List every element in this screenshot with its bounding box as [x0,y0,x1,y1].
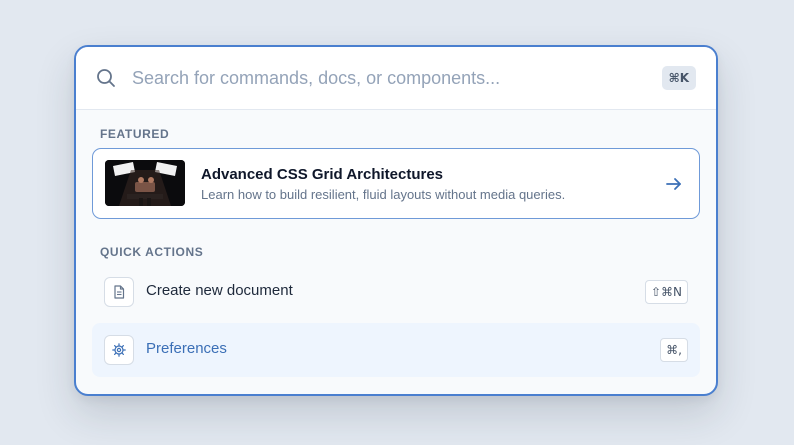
arrow-right-icon [665,175,683,193]
shortcut-badge: ⌘, [660,338,688,362]
quick-actions-section-label: QUICK ACTIONS [100,245,204,259]
search-input[interactable] [132,63,632,93]
quick-action-label: Preferences [146,340,227,357]
quick-action-label: Create new document [146,282,293,299]
document-icon [104,277,134,307]
command-palette: ⌘K FEATURED Advanced CSS Grid Architectu… [74,45,718,396]
search-bar: ⌘K [76,47,716,110]
gear-icon [104,335,134,365]
featured-description: Learn how to build resilient, fluid layo… [201,187,566,202]
featured-card[interactable]: Advanced CSS Grid Architectures Learn ho… [92,148,700,219]
featured-title: Advanced CSS Grid Architectures [201,166,444,183]
featured-section-label: FEATURED [100,127,170,141]
quick-action-preferences[interactable]: Preferences ⌘, [92,323,700,377]
search-icon [96,68,116,88]
shortcut-badge: ⇧⌘N [644,280,688,304]
featured-thumbnail [105,160,185,206]
search-shortcut-badge: ⌘K [661,66,696,90]
quick-action-create-document[interactable]: Create new document ⇧⌘N [92,265,700,319]
